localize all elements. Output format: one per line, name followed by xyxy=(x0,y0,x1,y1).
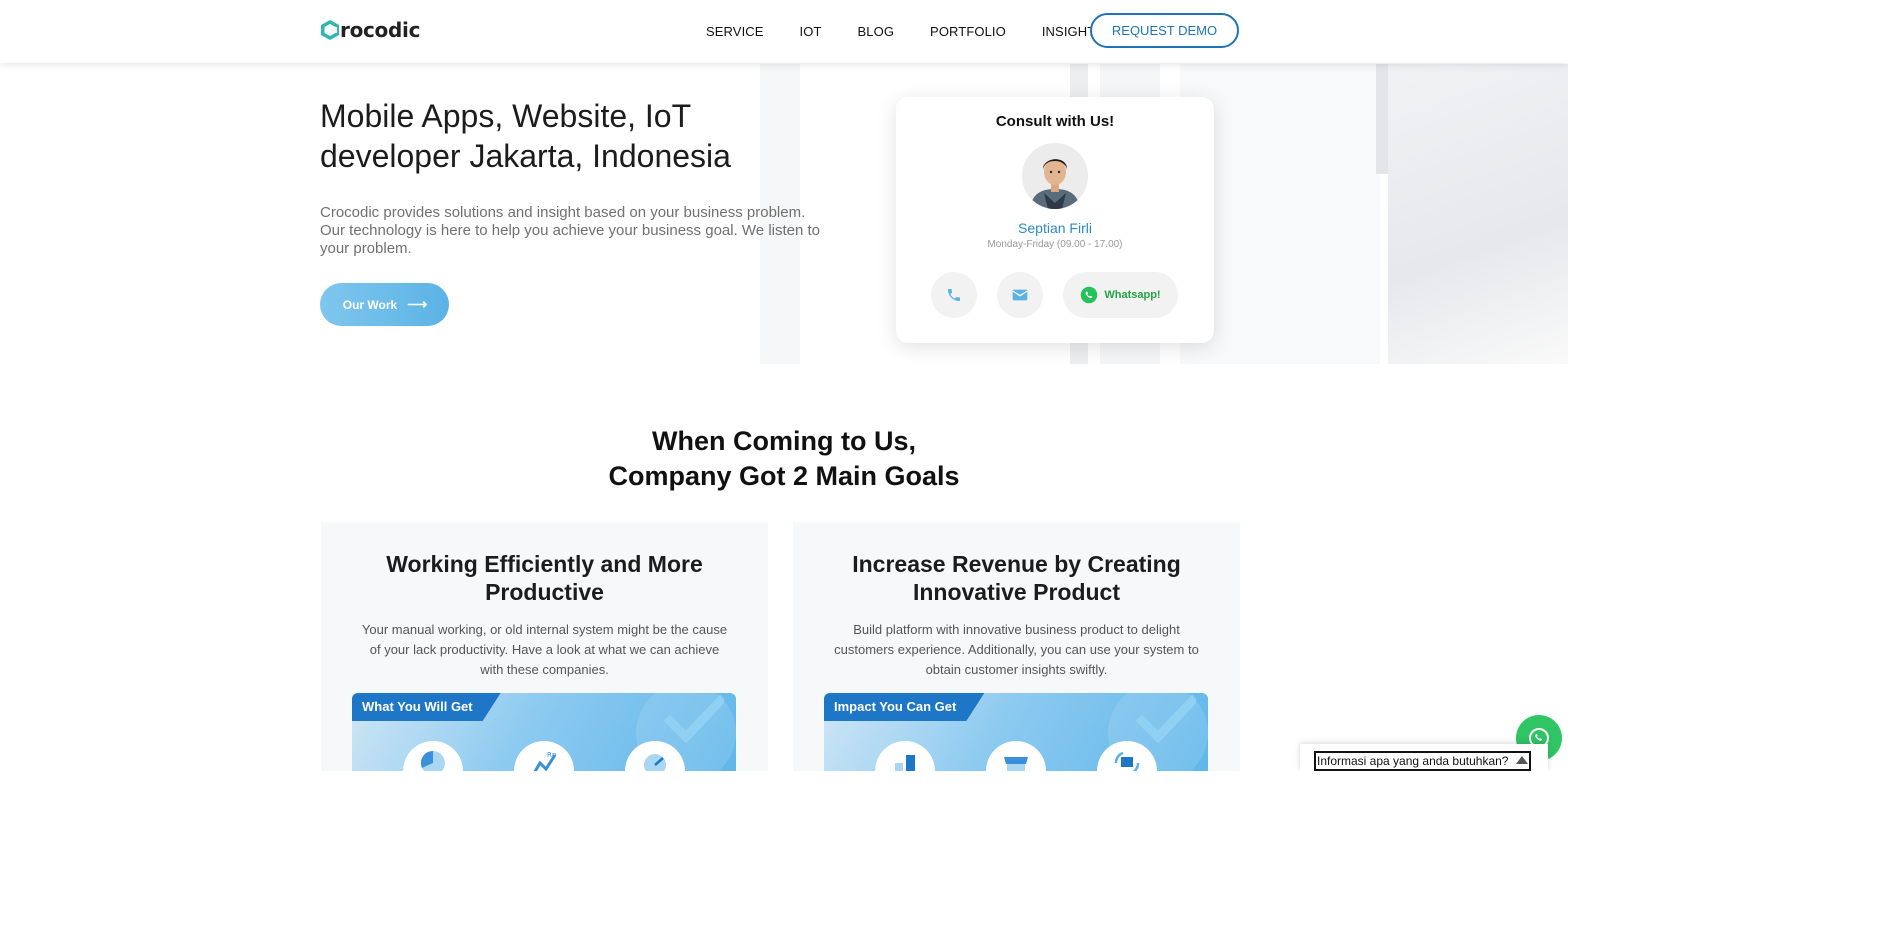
logo-text: rocodic xyxy=(340,18,421,42)
goal-heading: Working Efficiently and More Productive xyxy=(386,551,703,605)
nav-service[interactable]: SERVICE xyxy=(706,24,764,39)
whatsapp-label: Whatsapp! xyxy=(1104,289,1161,301)
envelope-icon xyxy=(1012,289,1028,301)
whatsapp-icon xyxy=(1081,286,1098,304)
chat-question-input[interactable]: Informasi apa yang anda butuhkan? xyxy=(1314,751,1531,771)
hero-description: Crocodic provides solutions and insight … xyxy=(320,204,821,257)
email-button[interactable] xyxy=(997,272,1043,318)
hero-title-line1: Mobile Apps, Website, IoT xyxy=(320,98,692,134)
our-work-button[interactable]: Our Work ⟶ xyxy=(320,283,449,326)
goals-title-line2: Company Got 2 Main Goals xyxy=(608,461,960,491)
goal-description: Your manual working, or old internal sys… xyxy=(361,622,728,677)
phone-icon xyxy=(948,289,960,301)
person-photo-icon xyxy=(1022,143,1088,209)
consult-title: Consult with Us! xyxy=(995,113,1115,130)
consult-card: Consult with Us! Septian Firli Monday-Fr… xyxy=(896,97,1214,343)
main-nav: SERVICE IOT BLOG PORTFOLIO INSIGHT xyxy=(690,0,1131,63)
page: rocodic SERVICE IOT BLOG PORTFOLIO INSIG… xyxy=(0,0,1568,771)
request-demo-button[interactable]: REQUEST DEMO xyxy=(1090,13,1239,48)
consultant-avatar xyxy=(1022,143,1088,209)
storefront-icon xyxy=(986,741,1046,771)
nav-blog[interactable]: BLOG xyxy=(858,24,895,39)
goal-impact-panel: Impact You Can Get xyxy=(824,693,1208,771)
chat-widget-bar: Informasi apa yang anda butuhkan? xyxy=(1300,744,1548,771)
top-navbar: rocodic SERVICE IOT BLOG PORTFOLIO INSIG… xyxy=(0,0,1568,63)
goal-heading: Increase Revenue by Creating Innovative … xyxy=(852,551,1181,605)
revenue-chart-icon: Rp xyxy=(514,741,574,771)
bar-growth-icon xyxy=(875,741,935,771)
crocodic-logo[interactable]: rocodic xyxy=(320,18,420,42)
goal-benefits-panel: What You Will Get Rp xyxy=(352,693,736,771)
goal-card-revenue: Increase Revenue by Creating Innovative … xyxy=(793,522,1240,771)
panel-label: Impact You Can Get xyxy=(824,693,984,721)
nav-portfolio[interactable]: PORTFOLIO xyxy=(930,24,1006,39)
goal-card-efficiency: Working Efficiently and More Productive … xyxy=(321,522,768,771)
expand-up-icon[interactable] xyxy=(1516,756,1528,764)
hero-title: Mobile Apps, Website, IoT developer Jaka… xyxy=(320,96,800,176)
pie-chart-icon xyxy=(403,741,463,771)
nav-insight[interactable]: INSIGHT xyxy=(1042,24,1095,39)
checkmark-icon xyxy=(664,695,724,744)
nav-iot[interactable]: IOT xyxy=(800,24,822,39)
consultant-name: Septian Firli xyxy=(1018,220,1092,236)
arrow-right-icon: ⟶ xyxy=(407,296,427,312)
call-button[interactable] xyxy=(931,272,977,318)
our-work-label: Our Work xyxy=(342,297,398,312)
hexagon-logo-icon xyxy=(321,20,339,40)
goals-section-title: When Coming to Us, Company Got 2 Main Go… xyxy=(484,424,1084,494)
svg-text:Rp: Rp xyxy=(547,751,557,759)
consultant-hours: Monday-Friday (09.00 - 17.00) xyxy=(987,239,1123,250)
checkmark-icon xyxy=(1136,695,1196,744)
whatsapp-button[interactable]: Whatsapp! xyxy=(1063,272,1178,318)
panel-label: What You Will Get xyxy=(352,693,501,721)
goal-description: Build platform with innovative business … xyxy=(834,622,1199,677)
goals-title-line1: When Coming to Us, xyxy=(652,426,916,456)
hero-title-line2: developer Jakarta, Indonesia xyxy=(320,138,731,174)
